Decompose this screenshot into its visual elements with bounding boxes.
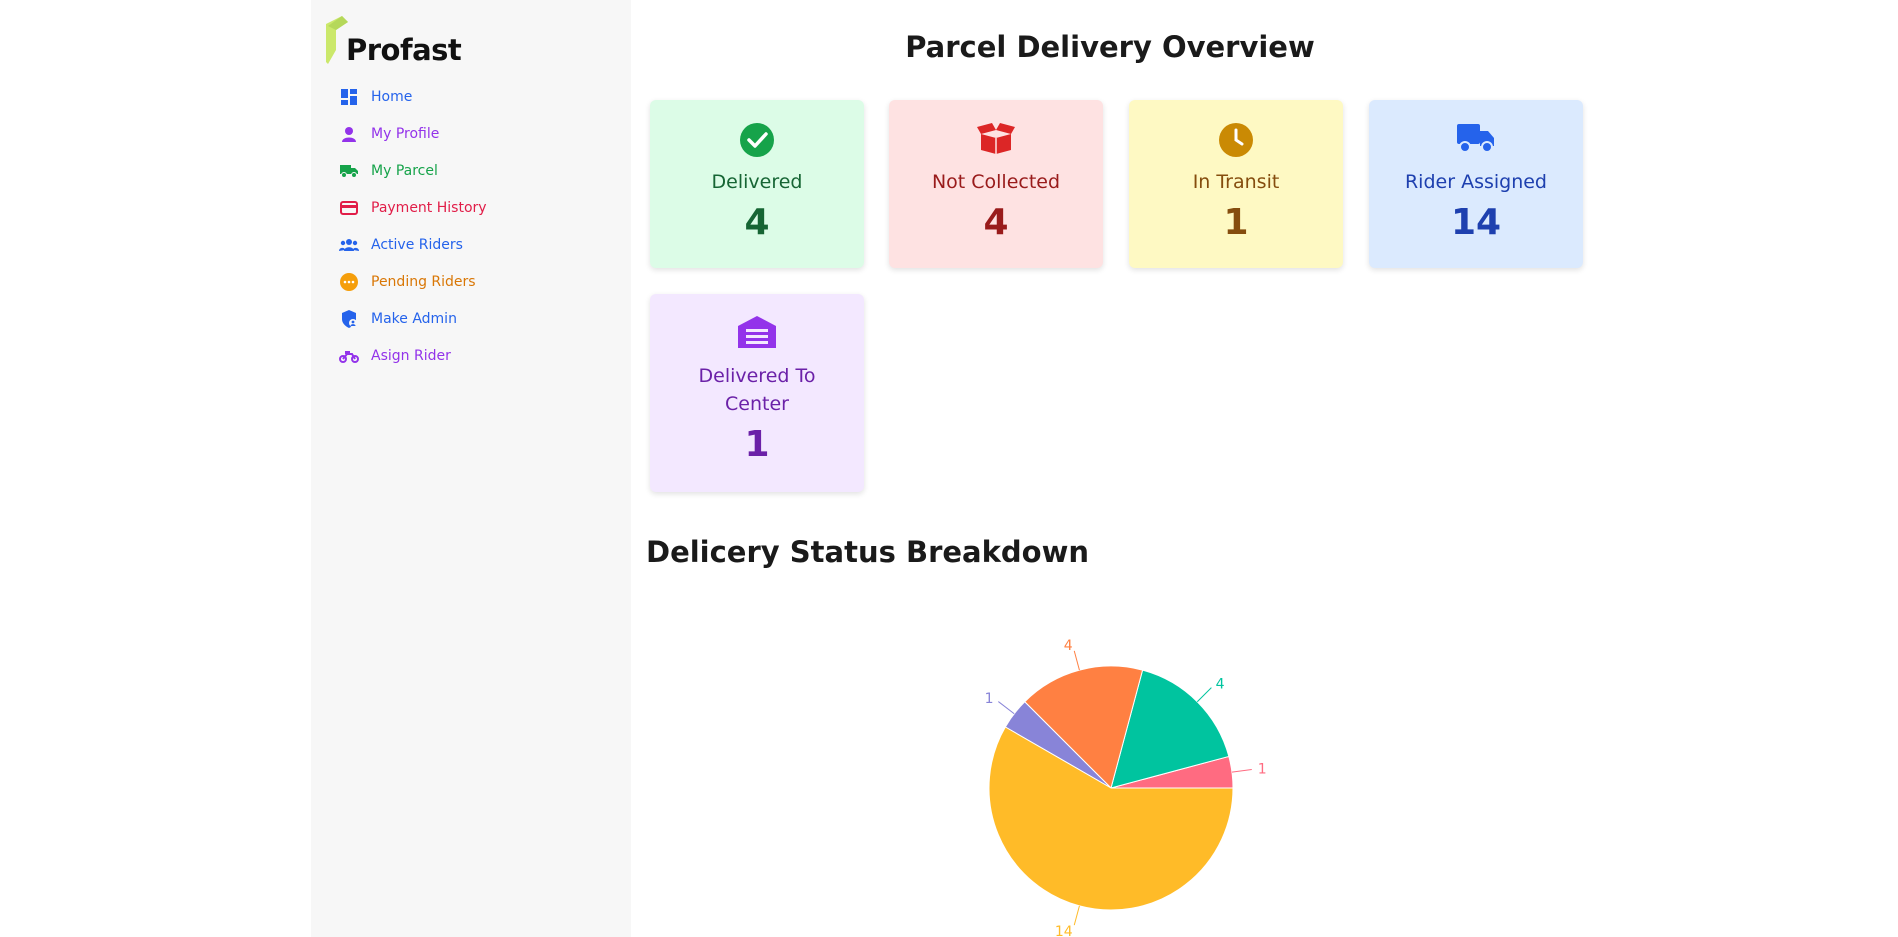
page-title: Parcel Delivery Overview — [905, 30, 1315, 64]
dashboard-page: Profast Home My Profile My Parcel Paymen… — [0, 0, 1898, 937]
stat-card-value: 14 — [1450, 202, 1502, 243]
sidebar-item-label: Asign Rider — [371, 347, 451, 364]
pie-label-line — [998, 701, 1015, 715]
sidebar-item-label: Pending Riders — [371, 273, 476, 290]
pie-label: 14 — [1055, 924, 1073, 937]
stat-card-rider-assigned: Rider Assigned 14 — [1369, 100, 1583, 268]
pie-label: 1 — [985, 691, 994, 707]
sidebar: Profast Home My Profile My Parcel Paymen… — [311, 0, 631, 937]
users-icon — [339, 235, 359, 255]
stat-card-in-transit: In Transit 1 — [1129, 100, 1343, 268]
stat-card-label: Not Collected — [931, 171, 1061, 193]
stat-card-delivered-to-center: Delivered To Center 1 — [650, 294, 864, 492]
sidebar-item-label: My Profile — [371, 125, 440, 142]
credit-card-icon — [339, 198, 359, 218]
check-circle-icon — [739, 122, 775, 158]
motorcycle-icon — [339, 346, 359, 366]
sidebar-item-active-riders[interactable]: Active Riders — [339, 226, 487, 263]
stat-card-value: 4 — [983, 202, 1009, 243]
sidebar-nav: Home My Profile My Parcel Payment Histor… — [339, 78, 487, 374]
pie-label-line — [1196, 687, 1212, 703]
pie-label-line — [1073, 650, 1080, 671]
stat-card-value: 1 — [1223, 202, 1249, 243]
sidebar-item-label: My Parcel — [371, 162, 438, 179]
warehouse-icon — [738, 316, 776, 352]
stat-card-label: Rider Assigned — [1404, 171, 1547, 193]
brand-logo[interactable]: Profast — [326, 16, 526, 68]
open-box-icon — [977, 122, 1015, 158]
truck-icon — [339, 161, 359, 181]
sidebar-item-home[interactable]: Home — [339, 78, 487, 115]
pie-label-line — [1231, 768, 1252, 773]
user-icon — [339, 124, 359, 144]
clock-icon — [1218, 122, 1254, 158]
ellipsis-circle-icon — [339, 272, 359, 292]
pie-label-line — [1073, 905, 1080, 926]
sidebar-item-label: Payment History — [371, 199, 487, 216]
pie-label: 1 — [1258, 762, 1267, 778]
sidebar-item-asign-rider[interactable]: Asign Rider — [339, 337, 487, 374]
main-content: Parcel Delivery Overview Delivered 4 Not… — [631, 0, 1898, 937]
shield-user-icon — [339, 309, 359, 329]
truck-icon — [1457, 122, 1495, 158]
stat-card-label: Delivered To Center — [698, 365, 816, 415]
status-pie-chart: 144114 — [985, 638, 1267, 937]
pie-label: 4 — [1064, 638, 1073, 654]
sidebar-item-label: Home — [371, 88, 413, 105]
brand-name: Profast — [346, 33, 462, 67]
stat-card-value: 1 — [744, 424, 770, 465]
sidebar-item-label: Make Admin — [371, 310, 457, 327]
dashboard-icon — [339, 87, 359, 107]
sidebar-item-my-parcel[interactable]: My Parcel — [339, 152, 487, 189]
stat-card-label: In Transit — [1192, 171, 1280, 193]
breakdown-title: Delicery Status Breakdown — [646, 535, 1090, 569]
stat-card-not-collected: Not Collected 4 — [889, 100, 1103, 268]
stat-card-value: 4 — [744, 202, 770, 243]
sidebar-item-pending-riders[interactable]: Pending Riders — [339, 263, 487, 300]
sidebar-item-payment-history[interactable]: Payment History — [339, 189, 487, 226]
sidebar-item-make-admin[interactable]: Make Admin — [339, 300, 487, 337]
stat-card-label: Delivered — [711, 171, 803, 193]
stat-card-delivered: Delivered 4 — [650, 100, 864, 268]
sidebar-item-label: Active Riders — [371, 236, 463, 253]
sidebar-item-my-profile[interactable]: My Profile — [339, 115, 487, 152]
pie-label: 4 — [1216, 676, 1225, 692]
